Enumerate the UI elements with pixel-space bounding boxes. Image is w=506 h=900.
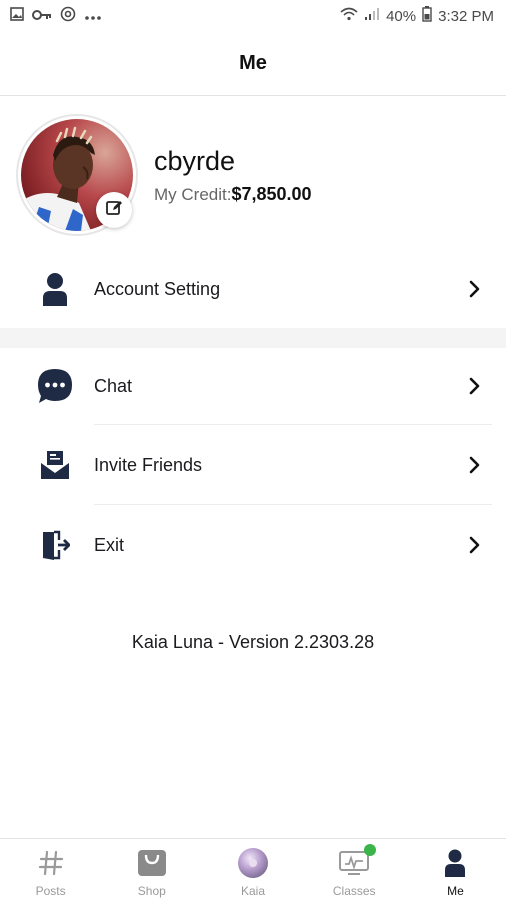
divider [94, 504, 492, 505]
profile-section: cbyrde My Credit:$7,850.00 [0, 108, 506, 238]
status-left-icons [10, 6, 102, 26]
edit-avatar-button[interactable] [96, 192, 132, 228]
me-screen: 40% 3:32 PM Me cbyrde My Credit:$7,850.0… [0, 0, 506, 900]
menu-item-invite-friends[interactable]: Invite Friends [0, 426, 506, 504]
page-title: Me [239, 52, 267, 74]
edit-icon [105, 199, 123, 222]
image-icon [10, 7, 24, 25]
more-dots-icon [84, 8, 102, 25]
status-right-icons: 40% 3:32 PM [340, 6, 494, 26]
menu-item-label: Invite Friends [94, 454, 203, 475]
nav-label: Me [447, 884, 464, 898]
nav-label: Posts [35, 884, 66, 898]
classes-screen-icon [338, 844, 377, 879]
hash-icon [35, 847, 67, 879]
user-icon [36, 270, 74, 308]
kaia-orb-icon [237, 847, 269, 879]
notification-badge [364, 844, 377, 856]
key-icon [32, 8, 52, 25]
mail-invite-icon [36, 446, 74, 484]
signal-icon [364, 7, 380, 25]
chevron-right-icon [464, 278, 486, 300]
battery-icon [422, 6, 432, 26]
chevron-right-icon [464, 454, 486, 476]
chevron-right-icon [464, 375, 486, 397]
chevron-right-icon [464, 534, 486, 556]
user-icon [439, 847, 471, 879]
menu-item-exit[interactable]: Exit [0, 506, 506, 584]
nav-tab-me[interactable]: Me [405, 839, 506, 900]
app-version: Kaia Luna - Version 2.2303.28 [131, 632, 375, 652]
status-bar: 40% 3:32 PM [0, 0, 506, 32]
exit-door-icon [36, 526, 74, 564]
nav-label: Shop [137, 884, 166, 898]
divider [94, 424, 492, 425]
menu-item-label: Exit [94, 534, 125, 555]
at-sign-icon [60, 6, 76, 26]
battery-percent: 40% [386, 7, 417, 25]
username: cbyrde [154, 146, 236, 176]
menu-item-account-setting[interactable]: Account Setting [0, 250, 506, 328]
section-separator [0, 328, 506, 348]
credit-label: My Credit: [154, 185, 232, 204]
menu-item-chat[interactable]: Chat [0, 347, 506, 425]
page-header: Me [0, 32, 506, 96]
clock-time: 3:32 PM [438, 7, 494, 25]
chat-bubble-icon [36, 367, 74, 405]
nav-tab-classes[interactable]: Classes [304, 839, 405, 900]
nav-tab-posts[interactable]: Posts [0, 839, 101, 900]
bottom-nav: Posts Shop Kaia Classes Me [0, 838, 506, 900]
menu-item-label: Account Setting [94, 278, 221, 299]
nav-tab-shop[interactable]: Shop [101, 839, 202, 900]
nav-label: Classes [332, 884, 376, 898]
nav-tab-kaia[interactable]: Kaia [202, 839, 303, 900]
wifi-icon [340, 7, 358, 25]
nav-label: Kaia [240, 884, 266, 898]
menu-item-label: Chat [94, 375, 133, 396]
shopping-bag-icon [136, 847, 168, 879]
credit-value: $7,850.00 [231, 184, 312, 204]
credit-line: My Credit:$7,850.00 [154, 184, 312, 205]
